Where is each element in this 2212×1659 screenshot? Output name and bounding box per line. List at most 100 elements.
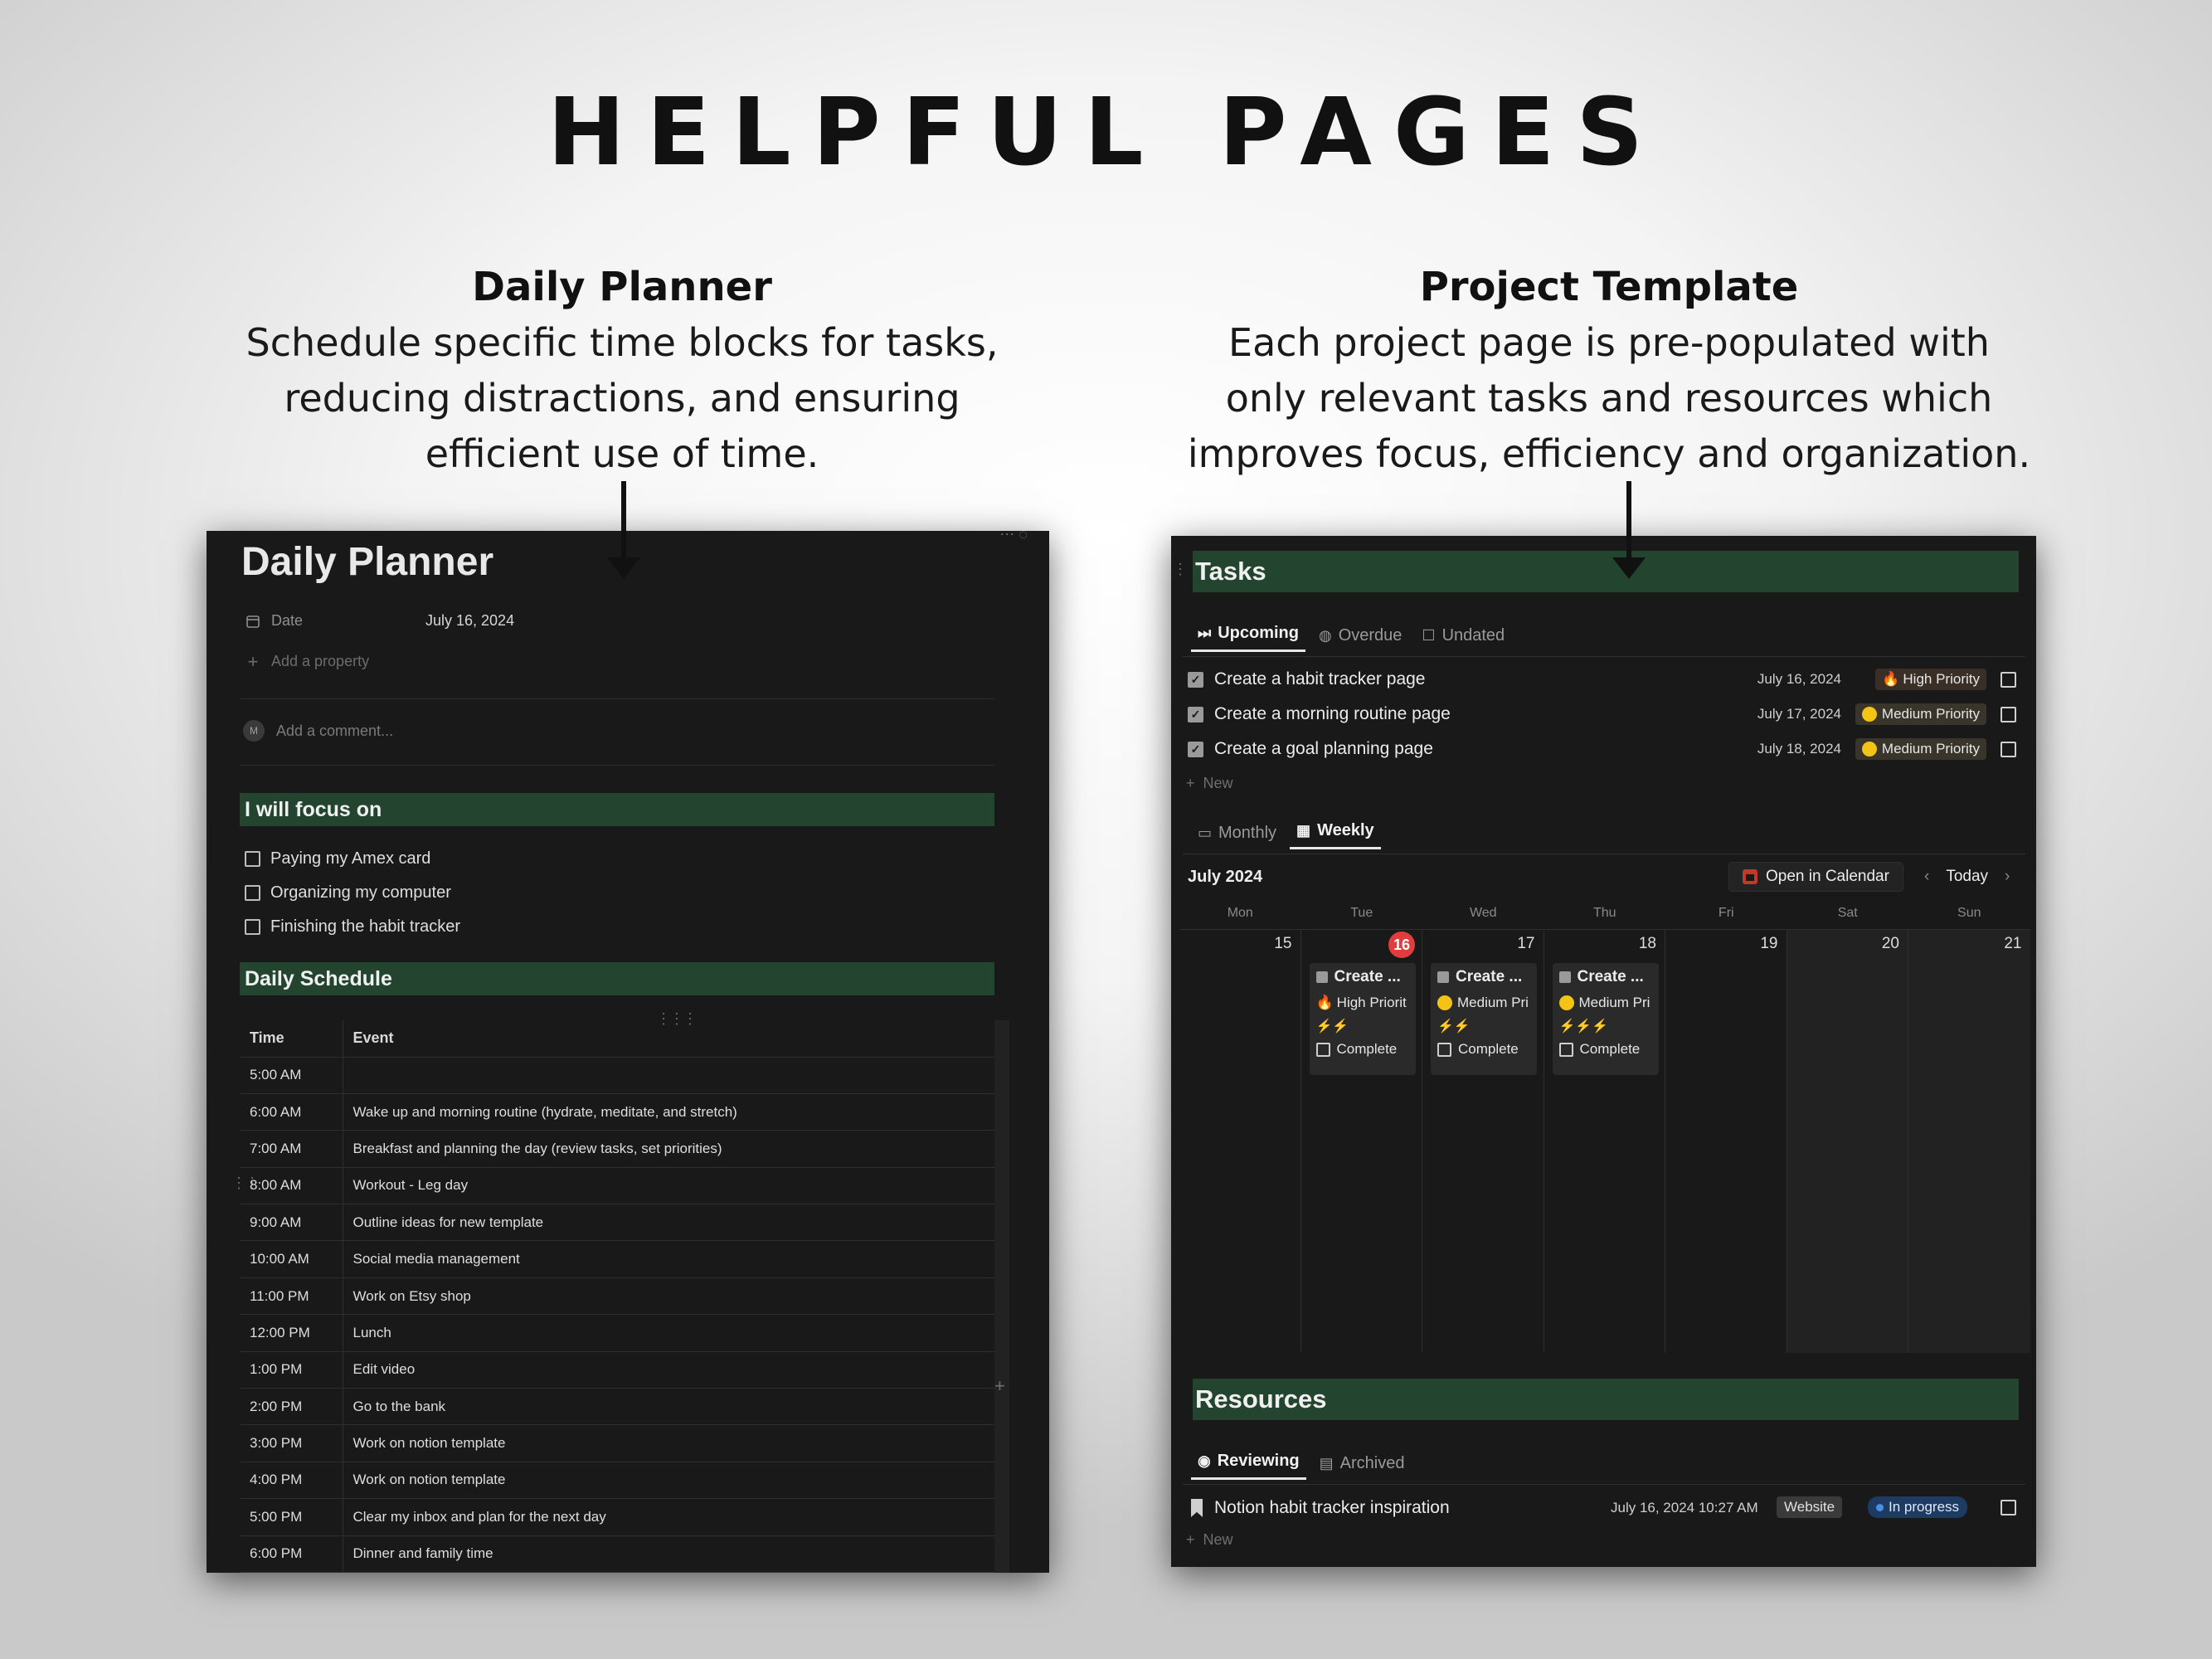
complete-checkbox[interactable] <box>2001 671 2016 688</box>
event-cell[interactable]: Clear my inbox and plan for the next day <box>343 1498 994 1536</box>
table-row[interactable]: 8:00 AM Workout - Leg day <box>240 1167 994 1205</box>
complete-checkbox[interactable] <box>1558 1042 1573 1057</box>
event-cell[interactable]: Work on notion template <box>343 1462 994 1500</box>
table-row[interactable]: 5:00 PM Clear my inbox and plan for the n… <box>240 1498 994 1536</box>
table-row[interactable]: 10:00 AM Social media management <box>240 1240 994 1278</box>
today-button[interactable]: Today <box>1946 868 1988 886</box>
table-row[interactable]: 9:00 AM Outline ideas for new template <box>240 1204 994 1242</box>
calendar-day[interactable]: 19 <box>1665 930 1787 1353</box>
calendar-task-card[interactable]: Create ... Medium Pri ⚡⚡ Complete <box>1431 963 1537 1075</box>
card-title: Create ... <box>1334 968 1401 985</box>
comment-input[interactable]: M Add a comment... <box>243 720 393 742</box>
time-cell[interactable]: 7:00 AM <box>240 1130 343 1168</box>
table-row[interactable]: 4:00 PM Work on notion template <box>240 1462 994 1500</box>
event-cell[interactable]: Go to the bank <box>343 1388 994 1426</box>
calendar-day[interactable]: 16 Create ... 🔥 High Priorit ⚡⚡ Complete <box>1301 930 1422 1353</box>
task-row[interactable]: ✓ Create a habit tracker page July 16, 2… <box>1171 662 2036 697</box>
tab-weekly[interactable]: ▦ Weekly <box>1290 821 1381 849</box>
tab-archived[interactable]: ▤ Archived <box>1313 1454 1412 1480</box>
date-value[interactable]: July 16, 2024 <box>425 612 514 630</box>
table-row[interactable]: 6:00 AM Wake up and morning routine (hydr… <box>240 1093 994 1131</box>
tab-undated[interactable]: ☐ Undated <box>1415 626 1511 652</box>
event-cell[interactable]: Lunch <box>343 1314 994 1352</box>
divider <box>240 765 994 766</box>
complete-checkbox[interactable] <box>1315 1042 1330 1057</box>
task-done-checkbox[interactable]: ✓ <box>1188 671 1203 688</box>
time-cell[interactable]: 10:00 AM <box>240 1240 343 1278</box>
complete-checkbox[interactable] <box>2001 706 2016 722</box>
task-name[interactable]: Create a goal planning page <box>1214 739 1433 759</box>
table-row[interactable]: 2:00 PM Go to the bank <box>240 1388 994 1426</box>
time-cell[interactable]: 3:00 PM <box>240 1424 343 1462</box>
todo-item[interactable]: Finishing the habit tracker <box>245 917 460 937</box>
table-row[interactable]: 11:00 PM Work on Etsy shop <box>240 1277 994 1316</box>
todo-item[interactable]: Paying my Amex card <box>245 849 430 868</box>
complete-checkbox[interactable] <box>2001 1500 2016 1515</box>
new-resource-button[interactable]: + New <box>1186 1531 1233 1549</box>
event-cell[interactable]: Workout - Leg day <box>343 1167 994 1205</box>
calendar-day[interactable]: 18 Create ... Medium Pri ⚡⚡⚡ Complete <box>1544 930 1665 1353</box>
resource-row[interactable]: Notion habit tracker inspiration July 16… <box>1171 1491 2036 1525</box>
time-cell[interactable]: 8:00 AM <box>240 1167 343 1205</box>
add-column-icon[interactable]: + <box>994 1375 1005 1397</box>
table-row[interactable]: 12:00 PM Lunch <box>240 1314 994 1352</box>
task-name[interactable]: Create a habit tracker page <box>1214 669 1425 689</box>
time-cell[interactable]: 6:00 PM <box>240 1535 343 1573</box>
event-column-header[interactable]: Event <box>343 1020 994 1058</box>
todo-item[interactable]: Organizing my computer <box>245 883 451 902</box>
table-row[interactable]: 1:00 PM Edit video <box>240 1351 994 1389</box>
calendar-day[interactable]: 20 <box>1787 930 1908 1353</box>
time-cell[interactable]: 9:00 AM <box>240 1204 343 1242</box>
chevron-right-icon[interactable]: › <box>2005 868 2010 886</box>
task-done-checkbox[interactable]: ✓ <box>1188 741 1203 757</box>
tab-reviewing[interactable]: ◉ Reviewing <box>1191 1452 1306 1480</box>
calendar-day[interactable]: 21 <box>1908 930 2030 1353</box>
time-cell[interactable]: 2:00 PM <box>240 1388 343 1426</box>
table-row[interactable]: 6:00 PM Dinner and family time <box>240 1535 994 1573</box>
complete-checkbox[interactable] <box>2001 741 2016 757</box>
checkbox[interactable] <box>245 919 260 935</box>
task-row[interactable]: ✓ Create a morning routine page July 17,… <box>1171 697 2036 732</box>
new-task-button[interactable]: + New <box>1186 775 1233 792</box>
calendar-day[interactable]: 15 <box>1179 930 1301 1353</box>
event-cell[interactable] <box>343 1057 994 1094</box>
time-cell[interactable]: 1:00 PM <box>240 1351 343 1389</box>
checkbox[interactable] <box>245 851 260 867</box>
checkbox[interactable] <box>245 885 260 901</box>
calendar-day[interactable]: 17 Create ... Medium Pri ⚡⚡ Complete <box>1422 930 1544 1353</box>
open-in-calendar-button[interactable]: Open in Calendar <box>1728 862 1903 892</box>
event-cell[interactable]: Outline ideas for new template <box>343 1204 994 1242</box>
time-cell[interactable]: 5:00 PM <box>240 1498 343 1536</box>
event-cell[interactable]: Dinner and family time <box>343 1535 994 1573</box>
time-cell[interactable]: 4:00 PM <box>240 1462 343 1500</box>
event-cell[interactable]: Wake up and morning routine (hydrate, me… <box>343 1093 994 1131</box>
table-row[interactable]: 7:00 AM Breakfast and planning the day (r… <box>240 1130 994 1168</box>
event-cell[interactable]: Edit video <box>343 1351 994 1389</box>
tab-overdue[interactable]: ◍ Overdue <box>1312 626 1408 652</box>
complete-checkbox[interactable] <box>1437 1042 1451 1057</box>
table-scrollbar[interactable] <box>994 1020 1009 1573</box>
time-cell[interactable]: 11:00 PM <box>240 1277 343 1316</box>
table-row[interactable]: 5:00 AM <box>240 1057 994 1094</box>
tab-monthly[interactable]: ▭ Monthly <box>1191 824 1283 849</box>
time-column-header[interactable]: Time <box>240 1020 343 1058</box>
time-cell[interactable]: 6:00 AM <box>240 1093 343 1131</box>
more-icon[interactable]: ⋯ ◌ <box>999 531 1028 543</box>
time-cell[interactable]: 5:00 AM <box>240 1057 343 1094</box>
event-cell[interactable]: Work on Etsy shop <box>343 1277 994 1316</box>
date-property[interactable]: Date <box>245 612 303 630</box>
calendar-task-card[interactable]: Create ... Medium Pri ⚡⚡⚡ Complete <box>1552 963 1659 1075</box>
calendar-task-card[interactable]: Create ... 🔥 High Priorit ⚡⚡ Complete <box>1309 963 1416 1075</box>
time-cell[interactable]: 12:00 PM <box>240 1314 343 1352</box>
event-cell[interactable]: Social media management <box>343 1240 994 1278</box>
task-done-checkbox[interactable]: ✓ <box>1188 706 1203 722</box>
task-row[interactable]: ✓ Create a goal planning page July 18, 2… <box>1171 732 2036 766</box>
event-cell[interactable]: Work on notion template <box>343 1424 994 1462</box>
table-row[interactable]: 3:00 PM Work on notion template <box>240 1424 994 1462</box>
resource-name[interactable]: Notion habit tracker inspiration <box>1214 1498 1450 1518</box>
tab-upcoming[interactable]: ⏭ Upcoming <box>1191 624 1305 652</box>
chevron-left-icon[interactable]: ‹ <box>1924 868 1929 886</box>
event-cell[interactable]: Breakfast and planning the day (review t… <box>343 1130 994 1168</box>
task-name[interactable]: Create a morning routine page <box>1214 704 1451 724</box>
add-property-button[interactable]: + Add a property <box>245 651 370 672</box>
